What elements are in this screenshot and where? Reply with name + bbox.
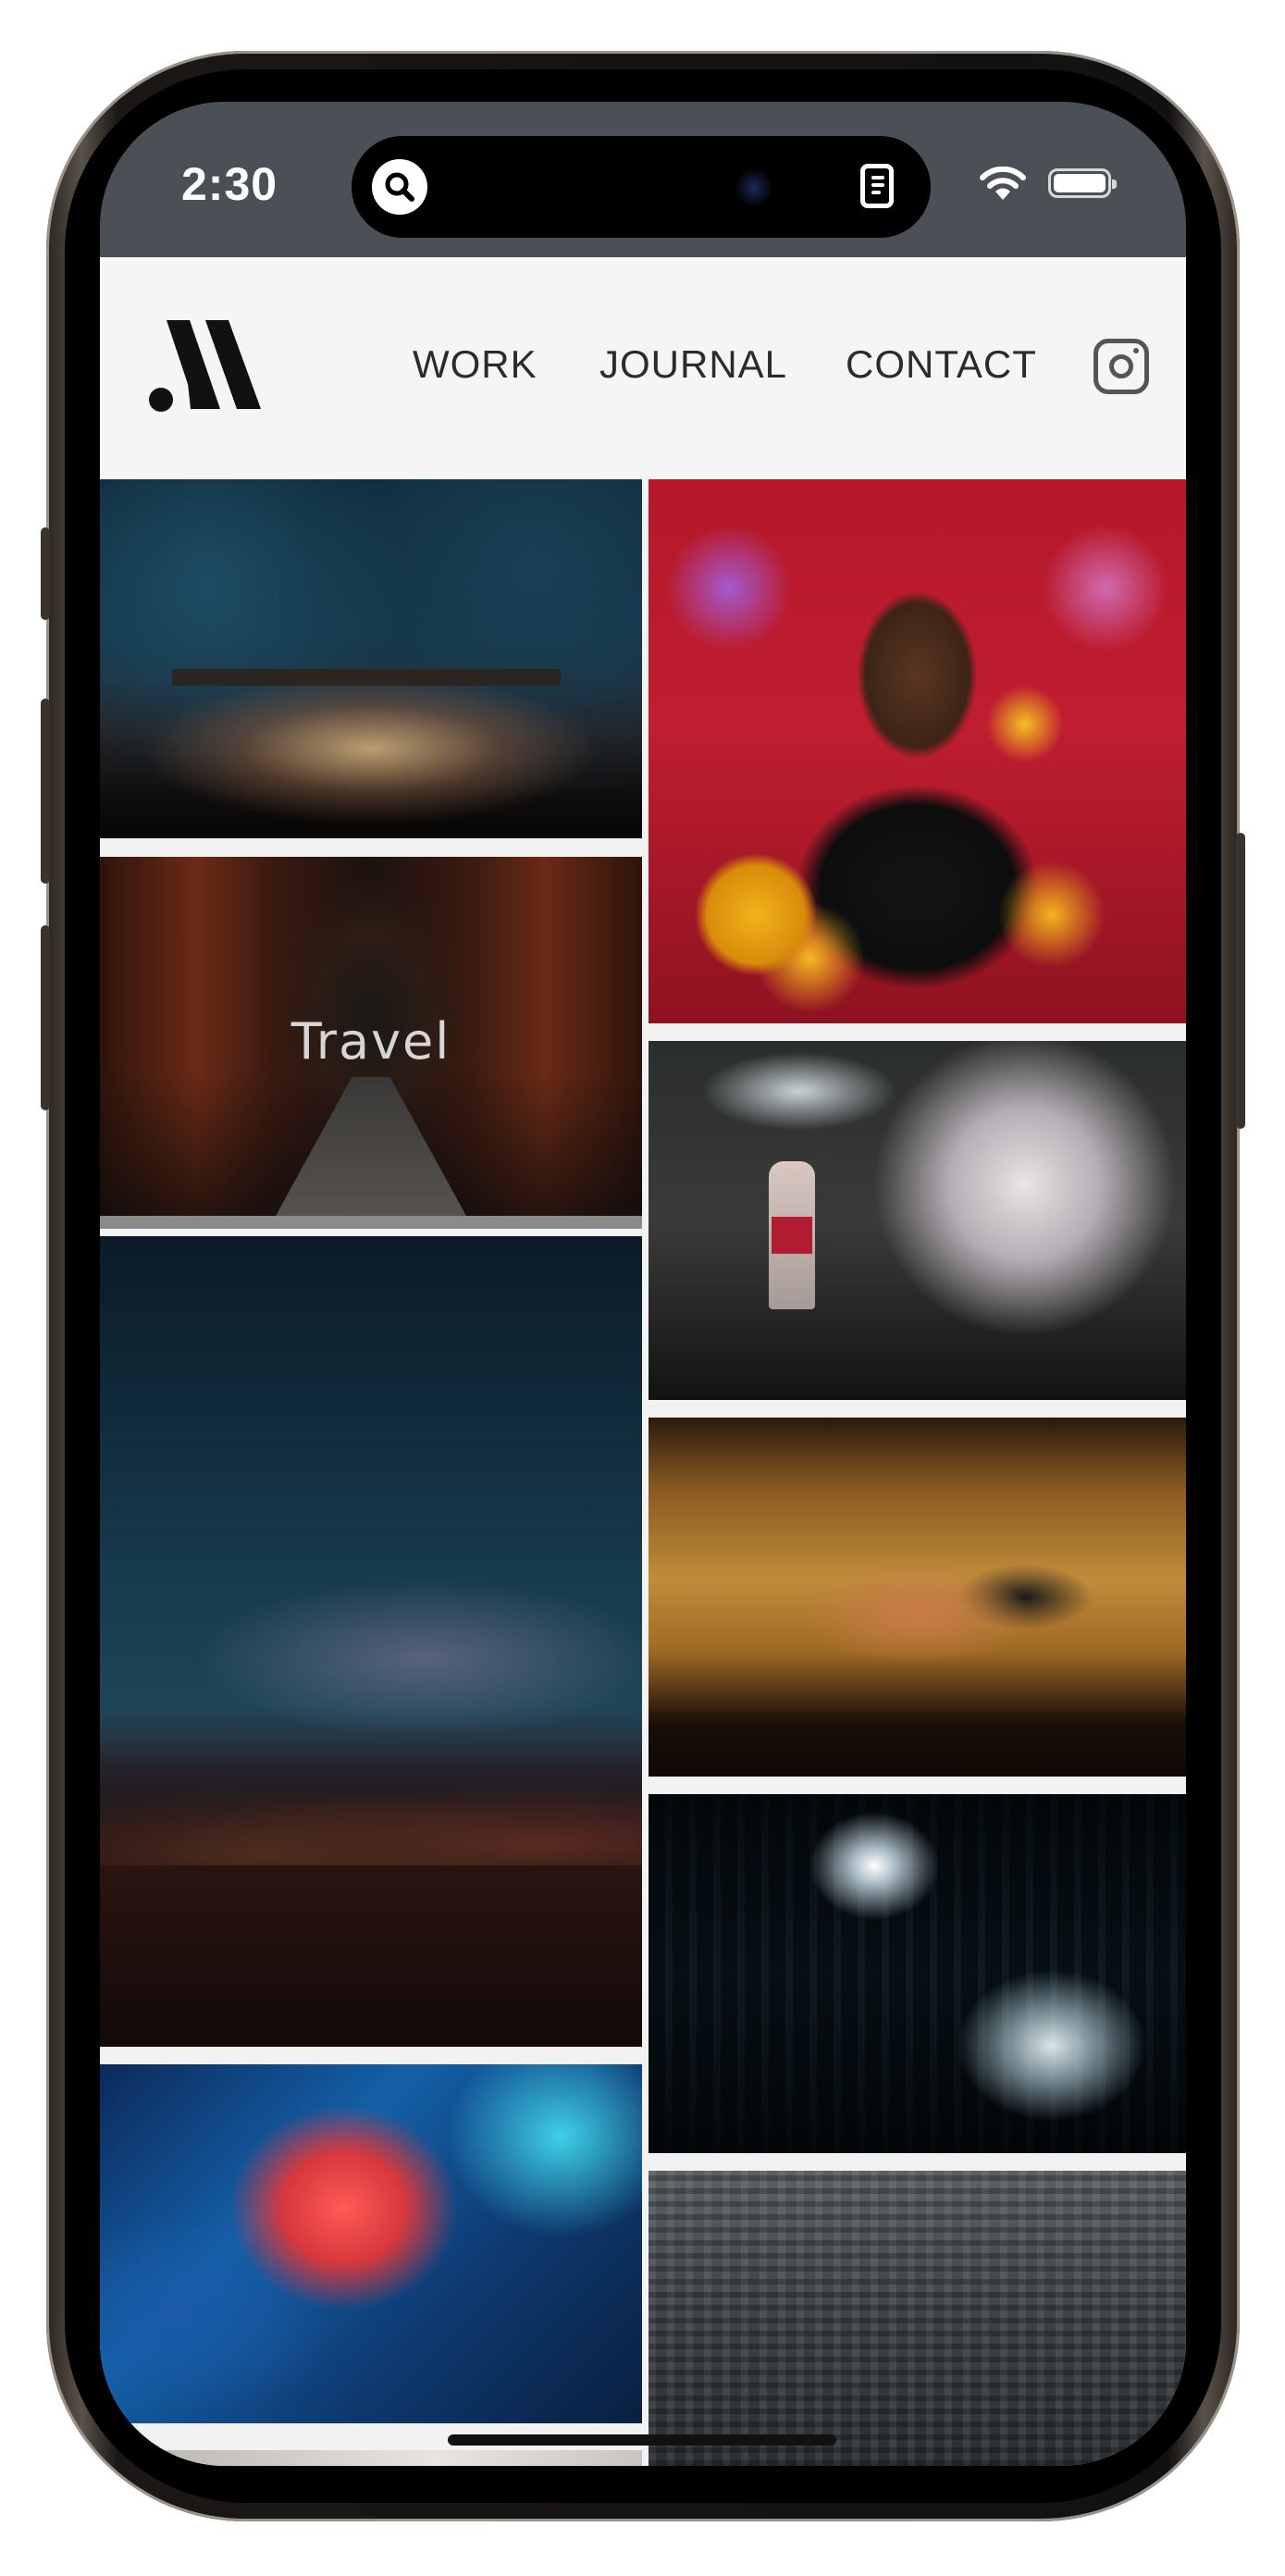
document-icon[interactable] xyxy=(860,164,894,208)
status-bar: 2:30 xyxy=(100,102,1186,257)
status-time: 2:30 xyxy=(181,158,278,210)
tile-divider xyxy=(100,1216,642,1229)
tile-concert[interactable] xyxy=(100,479,642,838)
tile-label: Travel xyxy=(290,1012,451,1071)
photo-grid: Travel xyxy=(100,479,1186,2466)
tile-city-night[interactable] xyxy=(649,1794,1186,2153)
tile-torii-gates[interactable]: Travel xyxy=(100,857,642,1216)
tile-partial[interactable] xyxy=(128,2450,642,2466)
tile-abstract-light[interactable] xyxy=(100,2064,642,2423)
power-button xyxy=(1236,833,1245,1129)
tile-cherry-blossom[interactable] xyxy=(649,1041,1186,1400)
dynamic-island[interactable] xyxy=(352,136,931,238)
wifi-icon xyxy=(980,167,1026,200)
instagram-icon[interactable] xyxy=(1093,339,1149,394)
action-button xyxy=(41,527,50,620)
tile-milky-way[interactable] xyxy=(100,1236,642,2047)
tile-cityscape-aerial[interactable] xyxy=(649,2171,1186,2466)
nav-journal[interactable]: JOURNAL xyxy=(599,342,787,387)
search-icon[interactable] xyxy=(372,159,427,215)
front-camera xyxy=(735,169,772,206)
volume-down-button xyxy=(41,925,50,1110)
home-indicator[interactable] xyxy=(448,2434,836,2446)
site-header: WORK JOURNAL CONTACT xyxy=(100,257,1186,479)
monogram-logo[interactable] xyxy=(148,320,263,413)
tile-sunflowers-portrait[interactable] xyxy=(649,479,1186,1023)
screen: 2:30 WORK JOURNAL CONTACT Travel xyxy=(100,102,1186,2466)
volume-up-button xyxy=(41,699,50,884)
nav-contact[interactable]: CONTACT xyxy=(846,342,1037,387)
tile-sushi[interactable] xyxy=(649,1418,1186,1777)
battery-icon xyxy=(1048,168,1117,198)
nav-work[interactable]: WORK xyxy=(413,342,537,387)
